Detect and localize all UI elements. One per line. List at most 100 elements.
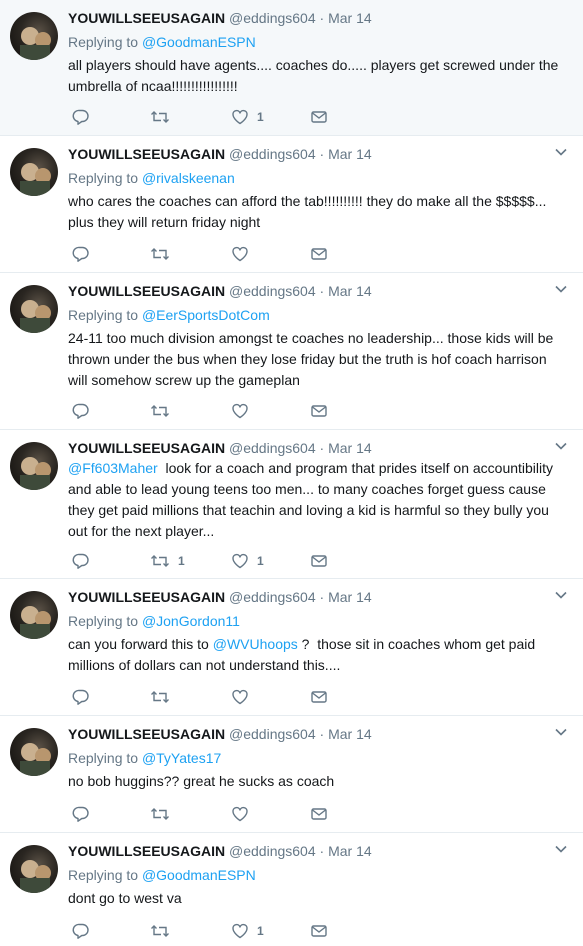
like-button[interactable]: 1 bbox=[231, 551, 264, 571]
like-icon bbox=[232, 806, 248, 822]
tweet-text: @Ff603Maher look for a coach and program… bbox=[68, 458, 569, 542]
direct-message-icon bbox=[311, 555, 327, 567]
like-count: 1 bbox=[257, 110, 264, 124]
timestamp[interactable]: Mar 14 bbox=[328, 843, 372, 859]
direct-message-button[interactable] bbox=[310, 244, 328, 264]
direct-message-button[interactable] bbox=[310, 401, 328, 421]
replying-label: Replying to bbox=[68, 613, 142, 629]
avatar[interactable] bbox=[10, 285, 58, 333]
tweet[interactable]: YOUWILLSEEUSAGAIN @eddings604 · Mar 14 R… bbox=[0, 716, 583, 833]
like-button[interactable] bbox=[231, 687, 257, 707]
like-button[interactable] bbox=[231, 804, 257, 824]
tweet[interactable]: YOUWILLSEEUSAGAIN @eddings604 · Mar 14 R… bbox=[0, 833, 583, 946]
mention-link[interactable]: @WVUhoops bbox=[213, 636, 298, 652]
fullname[interactable]: YOUWILLSEEUSAGAIN bbox=[68, 589, 225, 605]
retweet-button[interactable] bbox=[150, 107, 178, 127]
timestamp[interactable]: Mar 14 bbox=[328, 146, 372, 162]
timestamp[interactable]: Mar 14 bbox=[328, 440, 372, 456]
tweet[interactable]: YOUWILLSEEUSAGAIN @eddings604 · Mar 14 R… bbox=[0, 0, 583, 136]
separator: · bbox=[319, 146, 325, 162]
fullname[interactable]: YOUWILLSEEUSAGAIN bbox=[68, 440, 225, 456]
like-icon bbox=[232, 689, 248, 705]
reply-button[interactable] bbox=[72, 244, 90, 264]
like-button[interactable]: 1 bbox=[231, 921, 264, 941]
username[interactable]: @eddings604 bbox=[229, 10, 316, 26]
replying-label: Replying to bbox=[68, 170, 142, 186]
username[interactable]: @eddings604 bbox=[229, 589, 316, 605]
timestamp[interactable]: Mar 14 bbox=[328, 726, 372, 742]
fullname[interactable]: YOUWILLSEEUSAGAIN bbox=[68, 146, 225, 162]
timestamp[interactable]: Mar 14 bbox=[328, 283, 372, 299]
reply-icon bbox=[72, 806, 89, 822]
tweet-header: YOUWILLSEEUSAGAIN @eddings604 · Mar 14 bbox=[68, 724, 569, 744]
fullname[interactable]: YOUWILLSEEUSAGAIN bbox=[68, 843, 225, 859]
like-button[interactable]: 1 bbox=[231, 107, 264, 127]
username[interactable]: @eddings604 bbox=[229, 146, 316, 162]
fullname[interactable]: YOUWILLSEEUSAGAIN bbox=[68, 10, 225, 26]
retweet-button[interactable] bbox=[150, 921, 178, 941]
direct-message-button[interactable] bbox=[310, 551, 328, 571]
tweet[interactable]: YOUWILLSEEUSAGAIN @eddings604 · Mar 14 R… bbox=[0, 579, 583, 716]
username[interactable]: @eddings604 bbox=[229, 726, 316, 742]
tweet-text: all players should have agents.... coach… bbox=[68, 57, 559, 94]
replying-mention-link[interactable]: @JonGordon11 bbox=[142, 613, 240, 629]
retweet-icon bbox=[151, 808, 169, 820]
reply-button[interactable] bbox=[72, 804, 90, 824]
replying-mention-link[interactable]: @GoodmanESPN bbox=[142, 867, 256, 883]
caret-down-icon[interactable] bbox=[553, 841, 569, 857]
direct-message-button[interactable] bbox=[310, 687, 328, 707]
timestamp[interactable]: Mar 14 bbox=[328, 10, 372, 26]
reply-button[interactable] bbox=[72, 107, 90, 127]
retweet-button[interactable] bbox=[150, 804, 178, 824]
mention-link[interactable]: @Ff603Maher bbox=[68, 460, 158, 476]
tweet[interactable]: YOUWILLSEEUSAGAIN @eddings604 · Mar 14 @… bbox=[0, 430, 583, 579]
retweet-button[interactable] bbox=[150, 687, 178, 707]
replying-mention-link[interactable]: @TyYates17 bbox=[142, 750, 221, 766]
reply-button[interactable] bbox=[72, 687, 90, 707]
like-icon bbox=[232, 923, 248, 939]
avatar[interactable] bbox=[10, 12, 58, 60]
direct-message-button[interactable] bbox=[310, 921, 328, 941]
caret-down-icon[interactable] bbox=[553, 144, 569, 160]
username[interactable]: @eddings604 bbox=[229, 843, 316, 859]
replying-label: Replying to bbox=[68, 750, 142, 766]
avatar[interactable] bbox=[10, 845, 58, 893]
replying-mention-link[interactable]: @GoodmanESPN bbox=[142, 34, 256, 50]
replying-context: Replying to @GoodmanESPN bbox=[68, 865, 569, 885]
retweet-icon bbox=[151, 555, 169, 567]
replying-mention-link[interactable]: @EerSportsDotCom bbox=[142, 307, 270, 323]
avatar[interactable] bbox=[10, 442, 58, 490]
caret-down-icon[interactable] bbox=[553, 281, 569, 297]
username[interactable]: @eddings604 bbox=[229, 440, 316, 456]
tweet-header: YOUWILLSEEUSAGAIN @eddings604 · Mar 14 bbox=[68, 587, 569, 607]
direct-message-icon bbox=[311, 111, 327, 123]
avatar[interactable] bbox=[10, 148, 58, 196]
retweet-button[interactable]: 1 bbox=[150, 551, 185, 571]
direct-message-icon bbox=[311, 691, 327, 703]
fullname[interactable]: YOUWILLSEEUSAGAIN bbox=[68, 283, 225, 299]
avatar[interactable] bbox=[10, 728, 58, 776]
caret-down-icon[interactable] bbox=[553, 724, 569, 740]
direct-message-button[interactable] bbox=[310, 804, 328, 824]
direct-message-button[interactable] bbox=[310, 107, 328, 127]
tweet-text: can you forward this to @WVUhoops ? thos… bbox=[68, 634, 569, 676]
like-icon bbox=[232, 109, 248, 125]
username[interactable]: @eddings604 bbox=[229, 283, 316, 299]
like-button[interactable] bbox=[231, 401, 257, 421]
reply-button[interactable] bbox=[72, 401, 90, 421]
avatar[interactable] bbox=[10, 591, 58, 639]
tweet[interactable]: YOUWILLSEEUSAGAIN @eddings604 · Mar 14 R… bbox=[0, 273, 583, 430]
tweet-text-start: can you forward this to bbox=[68, 636, 213, 652]
replying-mention-link[interactable]: @rivalskeenan bbox=[142, 170, 235, 186]
caret-down-icon[interactable] bbox=[553, 438, 569, 454]
fullname[interactable]: YOUWILLSEEUSAGAIN bbox=[68, 726, 225, 742]
reply-button[interactable] bbox=[72, 921, 90, 941]
timestamp[interactable]: Mar 14 bbox=[328, 589, 372, 605]
retweet-button[interactable] bbox=[150, 401, 178, 421]
caret-down-icon[interactable] bbox=[553, 587, 569, 603]
retweet-button[interactable] bbox=[150, 244, 178, 264]
reply-icon bbox=[72, 553, 89, 569]
tweet[interactable]: YOUWILLSEEUSAGAIN @eddings604 · Mar 14 R… bbox=[0, 136, 583, 273]
like-button[interactable] bbox=[231, 244, 257, 264]
reply-button[interactable] bbox=[72, 551, 90, 571]
